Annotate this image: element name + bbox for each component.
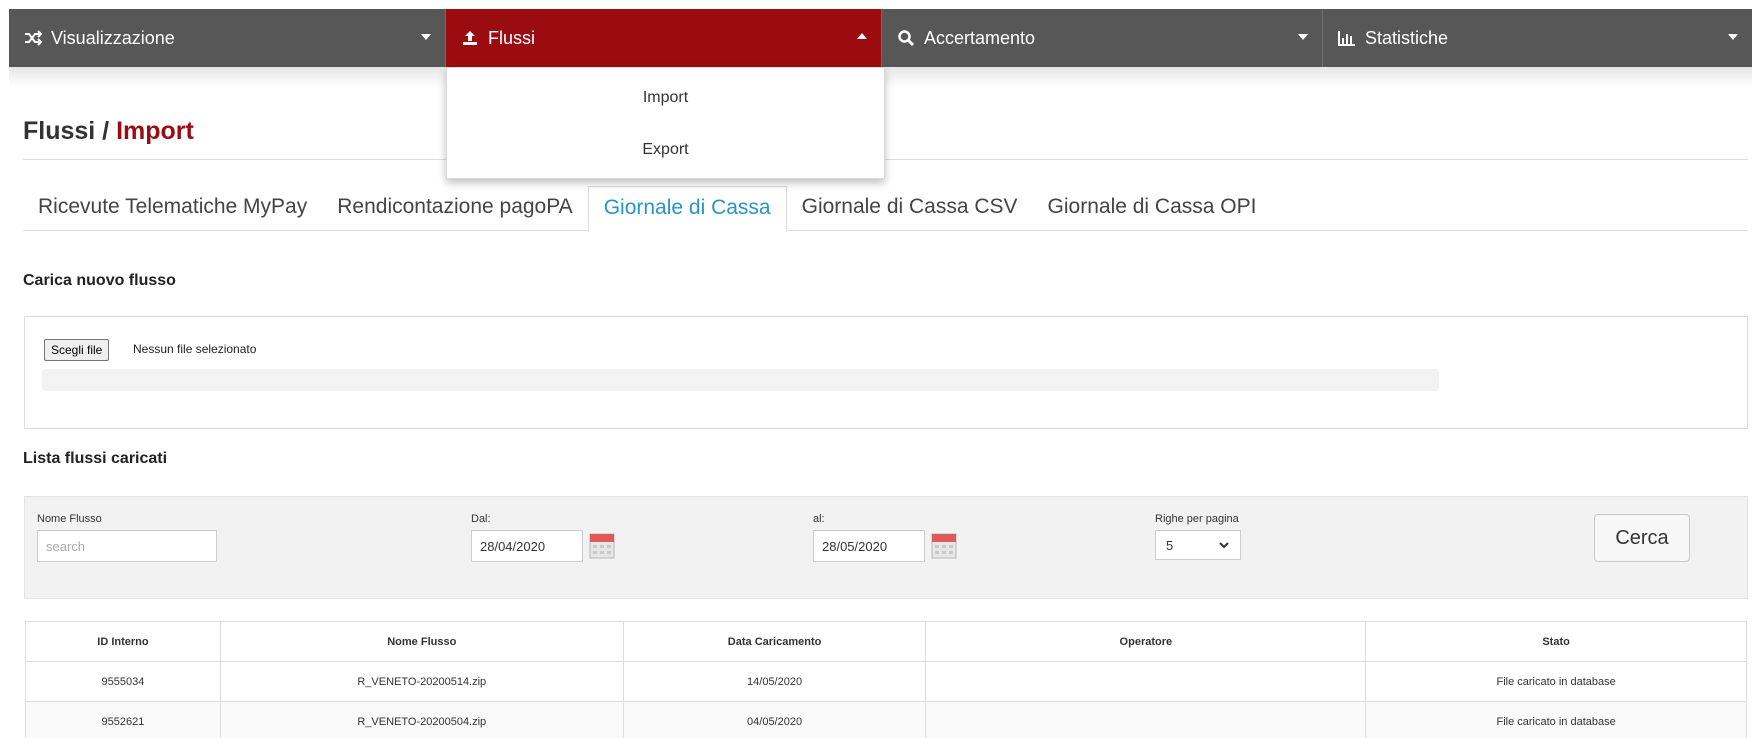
calendar-icon[interactable]: [589, 531, 615, 559]
nav-item-label: Accertamento: [924, 27, 1036, 48]
tab-rendicontazione-pagopa[interactable]: Rendicontazione pagoPA: [322, 186, 587, 231]
search-icon: [896, 28, 916, 48]
choose-file-button[interactable]: Scegli file: [44, 339, 110, 361]
list-heading: Lista flussi caricati: [23, 450, 168, 467]
tab-bar: Ricevute Telematiche MyPay Rendicontazio…: [23, 186, 1748, 232]
tab-ricevute-telematiche-mypay[interactable]: Ricevute Telematiche MyPay: [23, 186, 322, 231]
righe-per-pagina-label: Righe per pagina: [1155, 513, 1239, 525]
header-id-interno[interactable]: ID Interno: [25, 621, 221, 662]
nav-item-flussi[interactable]: Flussi: [446, 9, 882, 67]
nav-item-visualizzazione[interactable]: Visualizzazione: [9, 9, 446, 67]
caret-down-icon: [1728, 34, 1738, 40]
cell-operatore: [925, 661, 1367, 702]
upload-heading: Carica nuovo flusso: [23, 272, 176, 289]
breadcrumb-parent: Flussi /: [23, 117, 117, 145]
no-file-label: Nessun file selezionato: [133, 342, 257, 356]
chevron-down-icon: [1218, 539, 1230, 554]
bar-chart-icon: [1337, 28, 1357, 48]
nome-flusso-label: Nome Flusso: [37, 513, 102, 525]
caret-up-icon: [857, 33, 867, 39]
caret-down-icon: [1298, 34, 1308, 40]
title-divider: [23, 159, 1748, 160]
nav-item-statistiche[interactable]: Statistiche: [1323, 9, 1752, 67]
nav-item-accertamento[interactable]: Accertamento: [882, 9, 1323, 67]
table-row[interactable]: 9555034 R_VENETO-20200514.zip 14/05/2020…: [25, 661, 1747, 702]
table-row[interactable]: 9552621 R_VENETO-20200504.zip 04/05/2020…: [25, 701, 1747, 738]
cell-nome-flusso: R_VENETO-20200504.zip: [219, 701, 624, 738]
upload-panel: Scegli file Nessun file selezionato: [24, 316, 1748, 429]
cell-data-caricamento: 14/05/2020: [622, 661, 927, 702]
upload-icon: [460, 28, 480, 48]
header-nome-flusso[interactable]: Nome Flusso: [219, 621, 624, 662]
flussi-dropdown-menu: Import Export: [446, 67, 885, 179]
table-header-row: ID Interno Nome Flusso Data Caricamento …: [25, 621, 1747, 662]
tab-giornale-di-cassa-opi[interactable]: Giornale di Cassa OPI: [1033, 186, 1272, 231]
header-stato[interactable]: Stato: [1365, 621, 1747, 662]
righe-per-pagina-value: 5: [1166, 537, 1174, 553]
nav-item-label: Flussi: [488, 27, 536, 48]
cell-stato: File caricato in database: [1365, 701, 1747, 738]
cerca-button[interactable]: Cerca: [1594, 514, 1690, 562]
nav-item-label: Statistiche: [1365, 27, 1449, 48]
al-date-input[interactable]: [813, 530, 925, 562]
cell-data-caricamento: 04/05/2020: [622, 701, 927, 738]
breadcrumb-current: Import: [116, 117, 194, 145]
tab-giornale-di-cassa[interactable]: Giornale di Cassa: [587, 186, 787, 232]
righe-per-pagina-select[interactable]: 5: [1155, 530, 1241, 560]
flussi-table: ID Interno Nome Flusso Data Caricamento …: [25, 621, 1747, 738]
dal-date-input[interactable]: [471, 530, 583, 562]
shuffle-icon: [23, 28, 43, 48]
cell-stato: File caricato in database: [1365, 661, 1747, 702]
nav-item-label: Visualizzazione: [51, 27, 175, 48]
tab-giornale-di-cassa-csv[interactable]: Giornale di Cassa CSV: [787, 186, 1033, 231]
dal-label: Dal:: [471, 513, 491, 525]
page-title: Flussi / Import: [23, 117, 194, 146]
caret-down-icon: [421, 34, 431, 40]
cell-id-interno: 9552621: [25, 701, 221, 738]
calendar-icon[interactable]: [931, 531, 957, 559]
al-label: al:: [813, 513, 825, 525]
nome-flusso-input[interactable]: [37, 530, 217, 562]
menu-item-import[interactable]: Import: [447, 72, 884, 124]
header-data-caricamento[interactable]: Data Caricamento: [622, 621, 927, 662]
upload-progress-bar: [42, 369, 1439, 391]
menu-item-export[interactable]: Export: [447, 124, 884, 176]
filter-panel: Nome Flusso Dal: al: Righe per pagina 5 …: [24, 496, 1748, 599]
header-operatore[interactable]: Operatore: [925, 621, 1367, 662]
cell-nome-flusso: R_VENETO-20200514.zip: [219, 661, 624, 702]
main-navigation: Visualizzazione Flussi Accertamento Stat…: [9, 9, 1752, 67]
cell-operatore: [925, 701, 1367, 738]
cell-id-interno: 9555034: [25, 661, 221, 702]
